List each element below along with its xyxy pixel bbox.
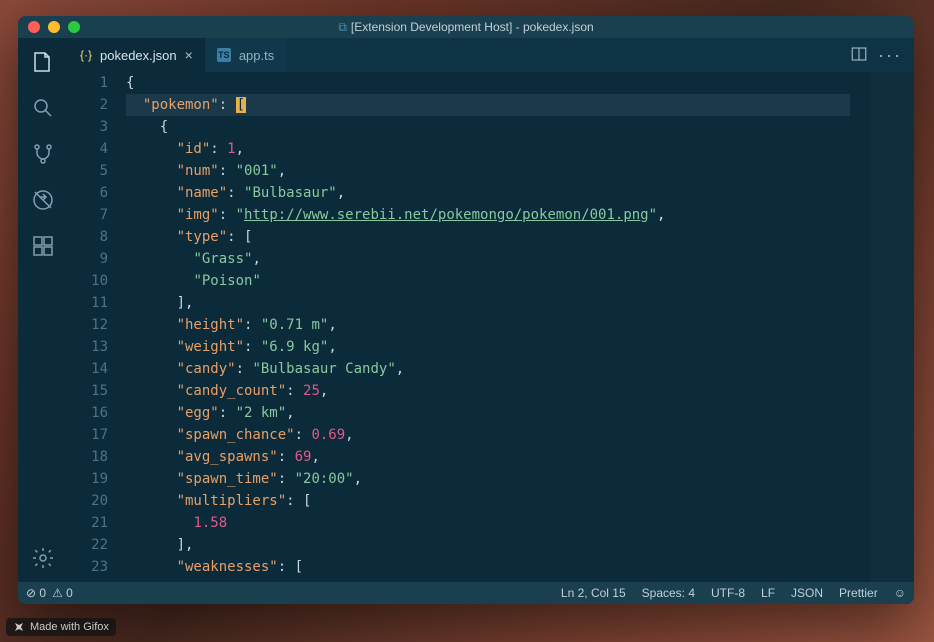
zoom-window-button[interactable] [68,21,80,33]
code-line[interactable]: "num": "001", [126,160,850,182]
titlebar[interactable]: ⧉[Extension Development Host] - pokedex.… [18,16,914,38]
git-icon[interactable] [29,140,57,168]
explorer-icon[interactable] [29,48,57,76]
line-number: 4 [68,138,108,160]
tab-pokedex-json[interactable]: {·} pokedex.json × [68,38,205,72]
line-number: 14 [68,358,108,380]
code-line[interactable]: ], [126,292,850,314]
activity-bar [18,38,68,582]
status-warnings[interactable]: ⚠ 0 [52,586,73,600]
feedback-icon[interactable]: ☺ [894,586,906,600]
code-line[interactable]: "avg_spawns": 69, [126,446,850,468]
line-number: 9 [68,248,108,270]
tab-app-ts[interactable]: TS app.ts [205,38,286,72]
traffic-lights [28,21,80,33]
code-line[interactable]: "Poison" [126,270,850,292]
code-line[interactable]: { [126,72,850,94]
code-line[interactable]: "candy_count": 25, [126,380,850,402]
json-file-icon: {·} [80,48,92,62]
code-line[interactable]: "pokemon": [ [126,94,850,116]
status-spaces[interactable]: Spaces: 4 [642,586,695,600]
search-icon[interactable] [29,94,57,122]
code-line[interactable]: "img": "http://www.serebii.net/pokemongo… [126,204,850,226]
status-encoding[interactable]: UTF-8 [711,586,745,600]
line-number: 5 [68,160,108,182]
line-number: 16 [68,402,108,424]
extensions-icon[interactable] [29,232,57,260]
minimap[interactable] [870,72,914,582]
vscode-window: ⧉[Extension Development Host] - pokedex.… [18,16,914,604]
code-line[interactable]: "spawn_time": "20:00", [126,468,850,490]
code-line[interactable]: "height": "0.71 m", [126,314,850,336]
status-errors[interactable]: ⊘ 0 [26,586,46,600]
close-window-button[interactable] [28,21,40,33]
line-number: 19 [68,468,108,490]
window-body: {·}pokedex.json×TSapp.ts ··· 12345678910… [18,38,914,582]
status-language[interactable]: JSON [791,586,823,600]
line-number: 15 [68,380,108,402]
line-number: 20 [68,490,108,512]
code-line[interactable]: "name": "Bulbasaur", [126,182,850,204]
code-line[interactable]: "Grass", [126,248,850,270]
code-line[interactable]: "weaknesses": [ [126,556,850,578]
status-formatter[interactable]: Prettier [839,586,878,600]
status-position[interactable]: Ln 2, Col 15 [561,586,626,600]
line-number: 1 [68,72,108,94]
status-eol[interactable]: LF [761,586,775,600]
line-number: 12 [68,314,108,336]
line-gutter: 1234567891011121314151617181920212223 [68,72,126,582]
window-title: ⧉[Extension Development Host] - pokedex.… [18,20,914,35]
gifox-watermark: Made with Gifox [6,618,116,636]
vscode-icon: ⧉ [338,20,347,34]
line-number: 21 [68,512,108,534]
code-line[interactable]: "id": 1, [126,138,850,160]
line-number: 17 [68,424,108,446]
code-editor[interactable]: 1234567891011121314151617181920212223 { … [68,72,914,582]
code-line[interactable]: ], [126,534,850,556]
line-number: 7 [68,204,108,226]
code-line[interactable]: "type": [ [126,226,850,248]
line-number: 8 [68,226,108,248]
code-line[interactable]: "multipliers": [ [126,490,850,512]
line-number: 18 [68,446,108,468]
line-number: 22 [68,534,108,556]
more-actions-icon[interactable]: ··· [878,45,902,66]
code-line[interactable]: "egg": "2 km", [126,402,850,424]
main-panel: {·}pokedex.json×TSapp.ts ··· 12345678910… [68,38,914,582]
code-line[interactable]: { [126,116,850,138]
tab-label: pokedex.json [100,48,177,63]
status-bar: ⊘ 0 ⚠ 0 Ln 2, Col 15 Spaces: 4 UTF-8 LF … [18,582,914,604]
editor-tabs: {·} pokedex.json × TS app.ts ··· [68,38,914,72]
settings-icon[interactable] [29,544,57,572]
ts-file-icon: TS [217,48,231,62]
line-number: 11 [68,292,108,314]
close-tab-icon[interactable]: × [185,47,193,63]
line-number: 3 [68,116,108,138]
line-number: 6 [68,182,108,204]
code-line[interactable]: "spawn_chance": 0.69, [126,424,850,446]
code-content[interactable]: { "pokemon": [ { "id": 1, "num": "001", … [126,72,870,582]
code-line[interactable]: "weight": "6.9 kg", [126,336,850,358]
tab-label: app.ts [239,48,274,63]
line-number: 13 [68,336,108,358]
line-number: 2 [68,94,108,116]
minimize-window-button[interactable] [48,21,60,33]
split-editor-icon[interactable] [850,45,868,66]
code-line[interactable]: 1.58 [126,512,850,534]
debug-icon[interactable] [29,186,57,214]
line-number: 10 [68,270,108,292]
line-number: 23 [68,556,108,578]
code-line[interactable]: "candy": "Bulbasaur Candy", [126,358,850,380]
